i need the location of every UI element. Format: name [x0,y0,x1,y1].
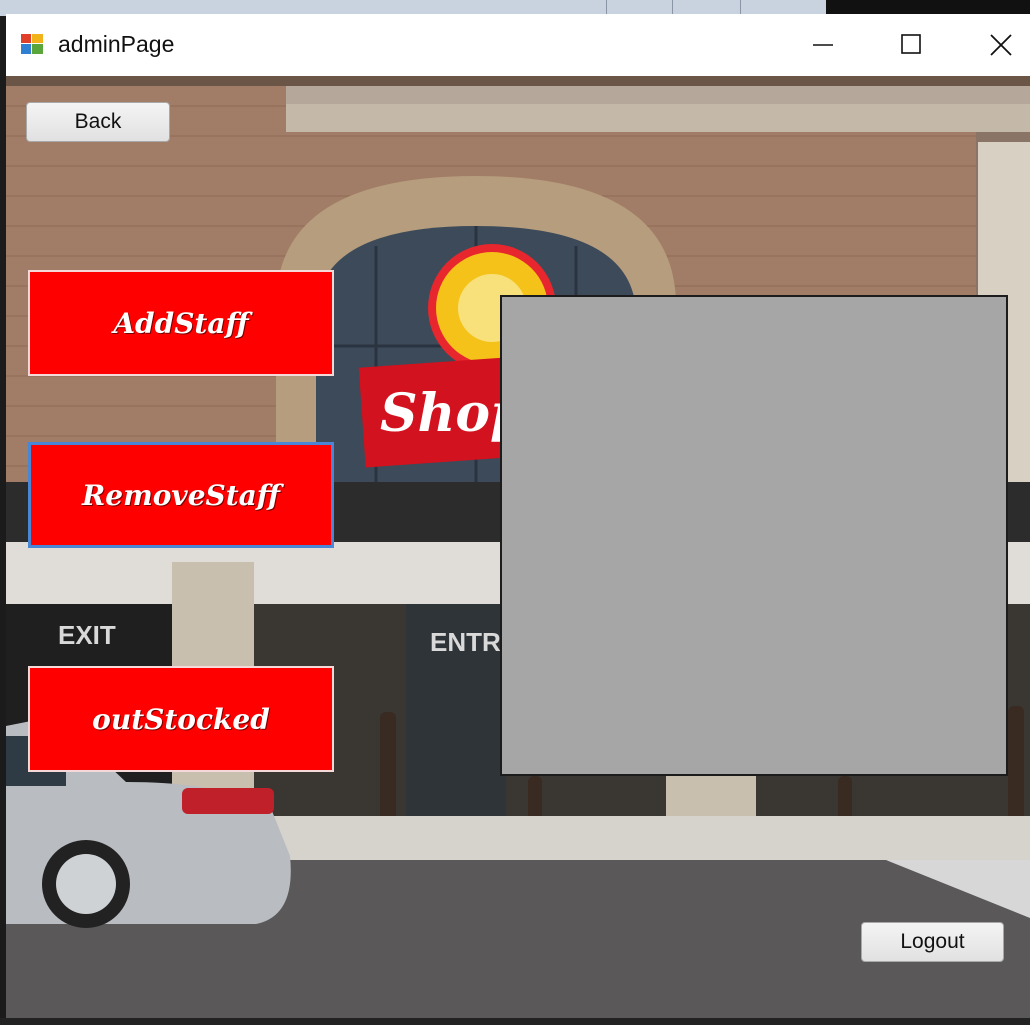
maximize-button[interactable] [870,14,960,76]
close-button[interactable] [954,14,1030,76]
app-icon [21,34,43,54]
window-title: adminPage [58,31,175,57]
client-area: Shop EXIT ENTRA Back AddStaff RemoveStaf… [6,76,1030,1018]
taskbar-segment [740,0,801,14]
taskbar-segment [672,0,733,14]
content-panel [500,295,1008,776]
minimize-button[interactable] [780,14,870,76]
admin-window: adminPage Shop EXIT ENTRA Back AddStaff … [6,14,1030,1018]
remove-staff-button[interactable]: RemoveStaff [28,442,334,548]
logout-button[interactable]: Logout [861,922,1004,962]
close-icon [990,34,1012,56]
minimize-icon [813,44,833,46]
back-button[interactable]: Back [26,102,170,142]
out-stocked-button[interactable]: outStocked [28,666,334,772]
maximize-icon [901,34,921,54]
exit-sign-text: EXIT [58,620,116,650]
window-bottom-edge [0,1018,1030,1025]
title-bar[interactable]: adminPage [6,14,1030,76]
add-staff-button[interactable]: AddStaff [28,270,334,376]
taskbar-segment [606,0,667,14]
